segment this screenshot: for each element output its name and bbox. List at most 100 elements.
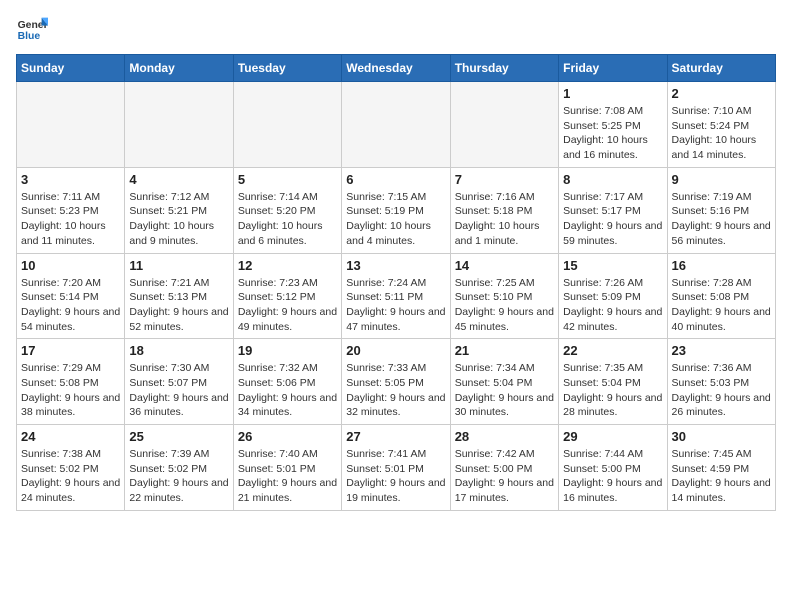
day-info: Sunrise: 7:15 AM Sunset: 5:19 PM Dayligh… (346, 190, 445, 249)
day-info: Sunrise: 7:10 AM Sunset: 5:24 PM Dayligh… (672, 104, 771, 163)
day-number: 28 (455, 429, 554, 444)
day-number: 9 (672, 172, 771, 187)
calendar-cell: 16 Sunrise: 7:28 AM Sunset: 5:08 PM Dayli… (667, 253, 775, 339)
calendar-cell: 12 Sunrise: 7:23 AM Sunset: 5:12 PM Dayli… (233, 253, 341, 339)
calendar-week-row: 3 Sunrise: 7:11 AM Sunset: 5:23 PM Daylig… (17, 167, 776, 253)
day-number: 17 (21, 343, 120, 358)
calendar-cell: 13 Sunrise: 7:24 AM Sunset: 5:11 PM Dayli… (342, 253, 450, 339)
day-of-week-header: Friday (559, 55, 667, 82)
calendar-cell: 19 Sunrise: 7:32 AM Sunset: 5:06 PM Dayli… (233, 339, 341, 425)
day-number: 5 (238, 172, 337, 187)
day-number: 23 (672, 343, 771, 358)
day-info: Sunrise: 7:11 AM Sunset: 5:23 PM Dayligh… (21, 190, 120, 249)
day-number: 14 (455, 258, 554, 273)
calendar-cell: 1 Sunrise: 7:08 AM Sunset: 5:25 PM Daylig… (559, 82, 667, 168)
day-number: 11 (129, 258, 228, 273)
calendar-cell: 21Sunrise: 7:34 AM Sunset: 5:04 PM Dayli… (450, 339, 558, 425)
day-info: Sunrise: 7:44 AM Sunset: 5:00 PM Dayligh… (563, 447, 662, 506)
day-number: 13 (346, 258, 445, 273)
day-info: Sunrise: 7:32 AM Sunset: 5:06 PM Dayligh… (238, 361, 337, 420)
day-number: 15 (563, 258, 662, 273)
day-of-week-header: Wednesday (342, 55, 450, 82)
day-number: 25 (129, 429, 228, 444)
calendar-cell: 27 Sunrise: 7:41 AM Sunset: 5:01 PM Dayli… (342, 425, 450, 511)
day-info: Sunrise: 7:33 AM Sunset: 5:05 PM Dayligh… (346, 361, 445, 420)
day-info: Sunrise: 7:41 AM Sunset: 5:01 PM Dayligh… (346, 447, 445, 506)
calendar-cell (342, 82, 450, 168)
calendar-cell: 5 Sunrise: 7:14 AM Sunset: 5:20 PM Daylig… (233, 167, 341, 253)
day-number: 3 (21, 172, 120, 187)
day-number: 24 (21, 429, 120, 444)
day-info: Sunrise: 7:25 AM Sunset: 5:10 PM Dayligh… (455, 276, 554, 335)
calendar-cell: 28 Sunrise: 7:42 AM Sunset: 5:00 PM Dayli… (450, 425, 558, 511)
calendar-cell: 7 Sunrise: 7:16 AM Sunset: 5:18 PM Daylig… (450, 167, 558, 253)
day-info: Sunrise: 7:29 AM Sunset: 5:08 PM Dayligh… (21, 361, 120, 420)
day-info: Sunrise: 7:28 AM Sunset: 5:08 PM Dayligh… (672, 276, 771, 335)
calendar: SundayMondayTuesdayWednesdayThursdayFrid… (16, 54, 776, 511)
calendar-cell: 23Sunrise: 7:36 AM Sunset: 5:03 PM Dayli… (667, 339, 775, 425)
day-info: Sunrise: 7:17 AM Sunset: 5:17 PM Dayligh… (563, 190, 662, 249)
day-info: Sunrise: 7:40 AM Sunset: 5:01 PM Dayligh… (238, 447, 337, 506)
day-number: 22 (563, 343, 662, 358)
calendar-cell: 14 Sunrise: 7:25 AM Sunset: 5:10 PM Dayli… (450, 253, 558, 339)
day-of-week-header: Monday (125, 55, 233, 82)
day-info: Sunrise: 7:26 AM Sunset: 5:09 PM Dayligh… (563, 276, 662, 335)
day-info: Sunrise: 7:34 AM Sunset: 5:04 PM Dayligh… (455, 361, 554, 420)
day-number: 7 (455, 172, 554, 187)
day-number: 26 (238, 429, 337, 444)
day-info: Sunrise: 7:24 AM Sunset: 5:11 PM Dayligh… (346, 276, 445, 335)
day-number: 27 (346, 429, 445, 444)
calendar-cell: 20Sunrise: 7:33 AM Sunset: 5:05 PM Dayli… (342, 339, 450, 425)
day-info: Sunrise: 7:12 AM Sunset: 5:21 PM Dayligh… (129, 190, 228, 249)
day-number: 12 (238, 258, 337, 273)
day-of-week-header: Saturday (667, 55, 775, 82)
day-number: 18 (129, 343, 228, 358)
day-number: 29 (563, 429, 662, 444)
day-of-week-header: Thursday (450, 55, 558, 82)
calendar-cell: 6Sunrise: 7:15 AM Sunset: 5:19 PM Daylig… (342, 167, 450, 253)
day-number: 8 (563, 172, 662, 187)
calendar-cell: 17 Sunrise: 7:29 AM Sunset: 5:08 PM Dayli… (17, 339, 125, 425)
calendar-week-row: 17 Sunrise: 7:29 AM Sunset: 5:08 PM Dayli… (17, 339, 776, 425)
day-info: Sunrise: 7:45 AM Sunset: 4:59 PM Dayligh… (672, 447, 771, 506)
day-info: Sunrise: 7:35 AM Sunset: 5:04 PM Dayligh… (563, 361, 662, 420)
calendar-cell: 30Sunrise: 7:45 AM Sunset: 4:59 PM Dayli… (667, 425, 775, 511)
day-info: Sunrise: 7:08 AM Sunset: 5:25 PM Dayligh… (563, 104, 662, 163)
logo: General Blue (16, 16, 48, 44)
day-number: 1 (563, 86, 662, 101)
logo-icon: General Blue (16, 16, 48, 44)
day-info: Sunrise: 7:42 AM Sunset: 5:00 PM Dayligh… (455, 447, 554, 506)
day-info: Sunrise: 7:16 AM Sunset: 5:18 PM Dayligh… (455, 190, 554, 249)
calendar-week-row: 1 Sunrise: 7:08 AM Sunset: 5:25 PM Daylig… (17, 82, 776, 168)
day-number: 2 (672, 86, 771, 101)
day-info: Sunrise: 7:23 AM Sunset: 5:12 PM Dayligh… (238, 276, 337, 335)
day-info: Sunrise: 7:38 AM Sunset: 5:02 PM Dayligh… (21, 447, 120, 506)
calendar-cell (125, 82, 233, 168)
calendar-cell: 4 Sunrise: 7:12 AM Sunset: 5:21 PM Daylig… (125, 167, 233, 253)
calendar-cell (450, 82, 558, 168)
calendar-cell: 8 Sunrise: 7:17 AM Sunset: 5:17 PM Daylig… (559, 167, 667, 253)
calendar-cell: 29 Sunrise: 7:44 AM Sunset: 5:00 PM Dayli… (559, 425, 667, 511)
calendar-cell: 3 Sunrise: 7:11 AM Sunset: 5:23 PM Daylig… (17, 167, 125, 253)
calendar-cell (17, 82, 125, 168)
calendar-cell: 24 Sunrise: 7:38 AM Sunset: 5:02 PM Dayli… (17, 425, 125, 511)
calendar-week-row: 10 Sunrise: 7:20 AM Sunset: 5:14 PM Dayli… (17, 253, 776, 339)
svg-text:Blue: Blue (18, 31, 41, 42)
calendar-cell: 9 Sunrise: 7:19 AM Sunset: 5:16 PM Daylig… (667, 167, 775, 253)
day-number: 19 (238, 343, 337, 358)
day-number: 4 (129, 172, 228, 187)
day-info: Sunrise: 7:39 AM Sunset: 5:02 PM Dayligh… (129, 447, 228, 506)
day-info: Sunrise: 7:19 AM Sunset: 5:16 PM Dayligh… (672, 190, 771, 249)
day-info: Sunrise: 7:21 AM Sunset: 5:13 PM Dayligh… (129, 276, 228, 335)
day-number: 16 (672, 258, 771, 273)
calendar-cell: 25 Sunrise: 7:39 AM Sunset: 5:02 PM Dayli… (125, 425, 233, 511)
page-header: General Blue (16, 16, 776, 44)
calendar-cell (233, 82, 341, 168)
day-number: 10 (21, 258, 120, 273)
calendar-header-row: SundayMondayTuesdayWednesdayThursdayFrid… (17, 55, 776, 82)
day-info: Sunrise: 7:20 AM Sunset: 5:14 PM Dayligh… (21, 276, 120, 335)
day-info: Sunrise: 7:14 AM Sunset: 5:20 PM Dayligh… (238, 190, 337, 249)
calendar-cell: 18Sunrise: 7:30 AM Sunset: 5:07 PM Dayli… (125, 339, 233, 425)
calendar-cell: 11 Sunrise: 7:21 AM Sunset: 5:13 PM Dayli… (125, 253, 233, 339)
calendar-cell: 15 Sunrise: 7:26 AM Sunset: 5:09 PM Dayli… (559, 253, 667, 339)
